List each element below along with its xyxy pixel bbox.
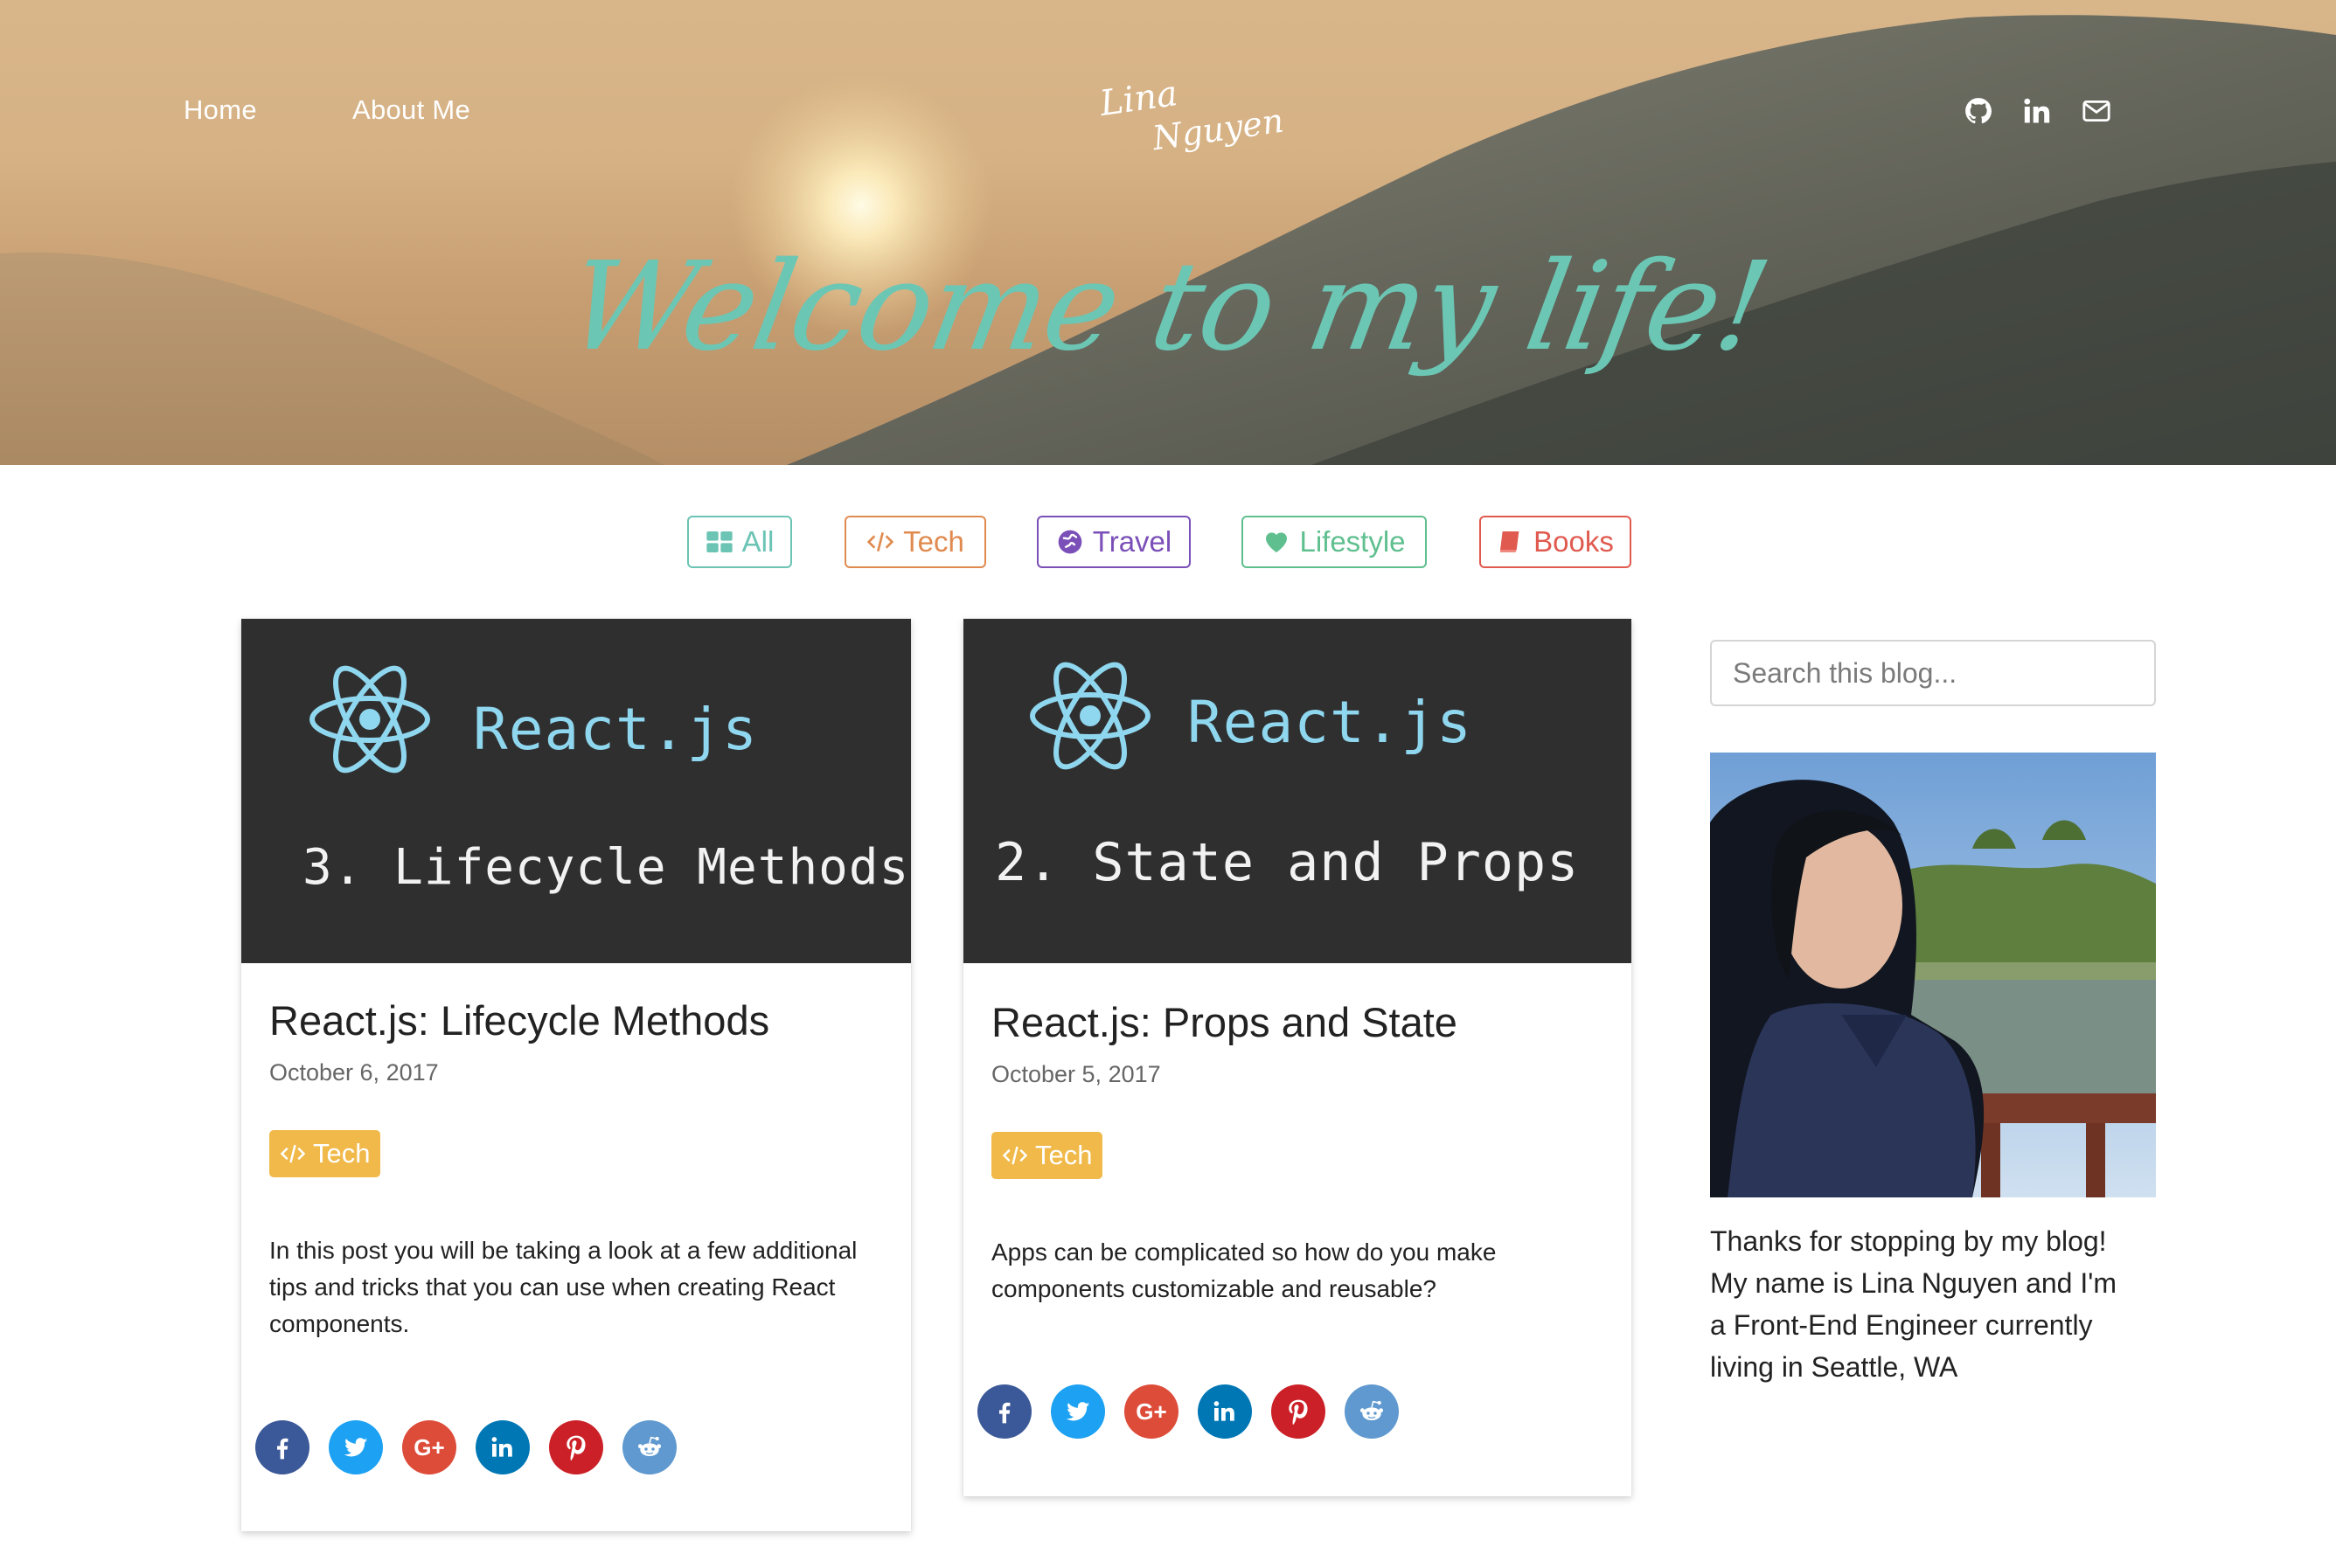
filter-travel-button[interactable]: Travel [1037,516,1191,568]
description-line: Apps can be complicated so how do you ma… [991,1238,1497,1266]
pinterest-share-button[interactable] [549,1420,603,1474]
post-card[interactable]: React.js 3. Lifecycle Methods React.js: … [241,619,911,1531]
google-plus-share-button[interactable]: G+ [1124,1384,1178,1439]
post-description: Apps can be complicated so how do you ma… [991,1234,1496,1308]
reddit-icon [637,1436,662,1456]
pinterest-icon [567,1435,586,1461]
post-image-title: React.js [1187,689,1472,756]
google-plus-share-button[interactable]: G+ [402,1420,456,1474]
post-title-link[interactable]: React.js: Lifecycle Methods [269,996,769,1044]
tag-label: Tech [1035,1140,1093,1170]
tech-tag-badge[interactable]: Tech [991,1132,1103,1179]
site-logo[interactable]: Lina Nguyen [1093,73,1286,162]
reddit-share-button[interactable] [622,1420,677,1474]
filter-all-label: All [741,525,775,558]
linkedin-share-button[interactable] [476,1420,530,1474]
linkedin-icon[interactable] [2022,96,2054,128]
book-icon [1500,531,1519,552]
share-buttons: G+ [255,1420,677,1474]
google-plus-icon: G+ [1136,1398,1167,1425]
post-title-link[interactable]: React.js: Props and State [991,998,1457,1046]
heart-icon [1266,532,1288,552]
filter-tech-label: Tech [903,525,964,558]
globe-icon [1058,530,1082,554]
filter-books-button[interactable]: Books [1479,516,1631,568]
github-icon[interactable] [1964,96,1995,128]
google-plus-icon: G+ [414,1433,445,1460]
post-image-subtitle: 3. Lifecycle Methods [302,839,910,896]
description-line: components customizable and reusable? [991,1275,1436,1302]
share-buttons: G+ [977,1384,1399,1439]
nav-home-link[interactable]: Home [184,94,257,126]
react-logo-icon [1030,662,1151,770]
reddit-icon [1359,1400,1384,1420]
filter-lifestyle-label: Lifestyle [1299,525,1406,558]
facebook-share-button[interactable] [255,1420,309,1474]
twitter-icon [1066,1402,1090,1421]
twitter-share-button[interactable] [329,1420,383,1474]
linkedin-icon [491,1437,512,1457]
post-image-title: React.js [473,696,758,763]
post-date: October 6, 2017 [269,1059,439,1086]
facebook-share-button[interactable] [977,1384,1032,1439]
code-icon [1002,1146,1028,1165]
search-input[interactable] [1710,640,2156,706]
profile-photo [1710,753,2156,1197]
description-line: components. [269,1310,410,1337]
post-card-image[interactable]: React.js 3. Lifecycle Methods [241,619,911,963]
sidebar-bio: Thanks for stopping by my blog! My name … [1710,1220,2165,1388]
reddit-share-button[interactable] [1345,1384,1399,1439]
post-date: October 5, 2017 [991,1061,1161,1087]
linkedin-icon [1213,1401,1234,1421]
code-icon [866,532,894,552]
twitter-share-button[interactable] [1051,1384,1105,1439]
pinterest-share-button[interactable] [1271,1384,1325,1439]
post-card[interactable]: React.js 2. State and Props React.js: Pr… [963,619,1631,1496]
mail-icon[interactable] [2082,96,2113,128]
linkedin-share-button[interactable] [1198,1384,1252,1439]
post-description: In this post you will be taking a look a… [269,1232,857,1343]
twitter-icon [344,1438,368,1457]
filter-lifestyle-button[interactable]: Lifestyle [1241,516,1427,568]
hero-banner: Home About Me Lina Nguyen Welcome to my … [0,0,2336,465]
facebook-icon [277,1438,289,1460]
filter-books-label: Books [1533,525,1614,558]
facebook-icon [999,1402,1011,1424]
react-logo-icon [309,665,430,774]
bio-line: My name is Lina Nguyen and I'm [1710,1267,2117,1299]
bio-line: a Front-End Engineer currently [1710,1309,2093,1341]
description-line: tips and tricks that you can use when cr… [269,1273,836,1301]
pinterest-icon [1289,1399,1308,1426]
grid-icon [706,531,733,552]
nav-about-link[interactable]: About Me [352,94,470,126]
tag-label: Tech [313,1138,371,1169]
bio-line: living in Seattle, WA [1710,1351,1958,1383]
hero-landscape-image [0,15,2336,465]
bio-line: Thanks for stopping by my blog! [1710,1225,2107,1257]
post-image-subtitle: 2. State and Props [995,832,1580,893]
description-line: In this post you will be taking a look a… [269,1237,858,1264]
post-card-image[interactable]: React.js 2. State and Props [963,619,1631,963]
filter-all-button[interactable]: All [687,516,792,568]
filter-travel-label: Travel [1092,525,1172,558]
filter-tech-button[interactable]: Tech [845,516,986,568]
hero-heading: Welcome to my life! [558,236,1778,378]
tech-tag-badge[interactable]: Tech [269,1130,381,1177]
code-icon [280,1144,306,1163]
